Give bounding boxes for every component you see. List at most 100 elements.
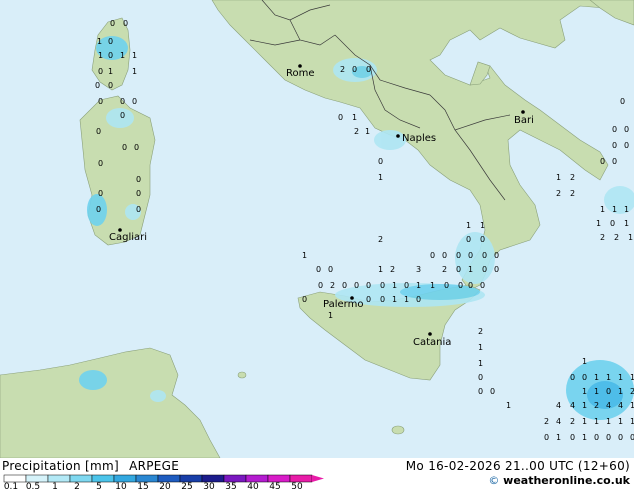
precip-value: 1	[97, 37, 102, 46]
precip-value: 4	[606, 401, 611, 410]
precip-value: 1	[132, 67, 137, 76]
legend-swatch	[223, 474, 247, 483]
precip-value: 1	[612, 205, 617, 214]
precip-value: 1	[618, 373, 623, 382]
credit[interactable]: © weatheronline.co.uk	[488, 474, 630, 487]
credit-text: weatheronline.co.uk	[503, 474, 630, 487]
precip-value: 4	[556, 417, 561, 426]
legend-tick: 1	[52, 482, 58, 492]
legend-swatch	[91, 474, 115, 483]
precip-value: 0	[456, 251, 461, 260]
precip-value: 2	[478, 327, 483, 336]
precip-value: 0	[624, 125, 629, 134]
precip-value: 0	[98, 159, 103, 168]
precip-value: 0	[606, 433, 611, 442]
precip-value: 2	[442, 265, 447, 274]
precip-value: 2	[544, 417, 549, 426]
malta-island	[391, 425, 405, 435]
precip-value: 0	[606, 387, 611, 396]
legend-tick: 30	[203, 482, 215, 492]
legend-tick: 2	[74, 482, 80, 492]
precip-value: 0	[108, 37, 113, 46]
legend-tick: 5	[96, 482, 102, 492]
precip-value: 1	[594, 373, 599, 382]
precip-value: 0	[98, 189, 103, 198]
precip-value: 4	[570, 401, 575, 410]
precip-value: 0	[478, 387, 483, 396]
precip-value: 0	[482, 251, 487, 260]
precip-value: 0	[442, 251, 447, 260]
precip-value: 0	[134, 143, 139, 152]
legend-tick: 10	[115, 482, 127, 492]
precip-value: 0	[136, 189, 141, 198]
precip-value: 1	[302, 251, 307, 260]
precip-value: 0	[494, 251, 499, 260]
precip-value: 0	[612, 125, 617, 134]
precip-value: 0	[458, 281, 463, 290]
precip-value: 0	[342, 281, 347, 290]
precip-value: 1	[392, 295, 397, 304]
precip-value: 0	[456, 265, 461, 274]
precip-value: 1	[430, 281, 435, 290]
precipitation-map[interactable]: Rome Naples Bari Cagliari Palermo Catani…	[0, 0, 634, 458]
precip-value: 0	[494, 265, 499, 274]
precip-value: 1	[624, 205, 629, 214]
city-bari: Bari	[514, 115, 534, 126]
precip-value: 1	[606, 373, 611, 382]
precip-value: 0	[352, 65, 357, 74]
legend-swatch	[201, 474, 225, 483]
precip-value: 1	[582, 357, 587, 366]
precip-value: 1	[466, 221, 471, 230]
precip-value: 0	[110, 19, 115, 28]
precip-value: 0	[482, 265, 487, 274]
precip-value: 0	[468, 251, 473, 260]
precip-value: 0	[108, 81, 113, 90]
precip-value: 1	[468, 265, 473, 274]
legend-swatch	[3, 474, 27, 483]
legend-swatch	[179, 474, 203, 483]
precip-value: 1	[582, 387, 587, 396]
precip-value: 4	[618, 401, 623, 410]
precip-value: 1	[624, 219, 629, 228]
precip-value: 0	[480, 235, 485, 244]
precip-value: 0	[318, 281, 323, 290]
legend-tick: 0.5	[25, 482, 41, 492]
precip-value: 0	[570, 433, 575, 442]
precip-value: 1	[132, 51, 137, 60]
legend-swatch	[25, 474, 49, 483]
precip-value: 0	[404, 281, 409, 290]
legend-swatch	[245, 474, 269, 483]
pantelleria-island	[237, 371, 247, 379]
precip-value: 0	[136, 175, 141, 184]
precip-value: 0	[612, 157, 617, 166]
legend-tick: 50	[291, 482, 303, 492]
legend-swatch	[267, 474, 291, 483]
precip-value: 1	[606, 417, 611, 426]
precip-value: 0	[620, 97, 625, 106]
legend-swatch	[69, 474, 93, 483]
map-canvas: Rome Naples Bari Cagliari Palermo Catani…	[0, 0, 634, 458]
precip-value: 0	[430, 251, 435, 260]
precip-value: 1	[594, 387, 599, 396]
precip-value: 0	[136, 205, 141, 214]
precip-value: 0	[570, 373, 575, 382]
legend-swatch	[289, 474, 313, 483]
precip-value: 1	[582, 417, 587, 426]
precip-value: 0	[354, 281, 359, 290]
precip-value: 1	[120, 51, 125, 60]
precip-value: 0	[98, 97, 103, 106]
precip-value: 0	[594, 433, 599, 442]
precip-value: 1	[478, 343, 483, 352]
precip-value: 0	[123, 19, 128, 28]
copyright-icon: ©	[488, 474, 500, 487]
precip-value: 2	[556, 189, 561, 198]
precip-value: 2	[570, 173, 575, 182]
precip-value: 1	[582, 433, 587, 442]
precip-value: 0	[316, 265, 321, 274]
model-name: ARPEGE	[129, 459, 180, 473]
precip-value: 1	[600, 205, 605, 214]
precip-value: 0	[466, 235, 471, 244]
precip-value: 2	[600, 233, 605, 242]
precip-value: 1	[630, 401, 634, 410]
precip-value: 0	[444, 281, 449, 290]
